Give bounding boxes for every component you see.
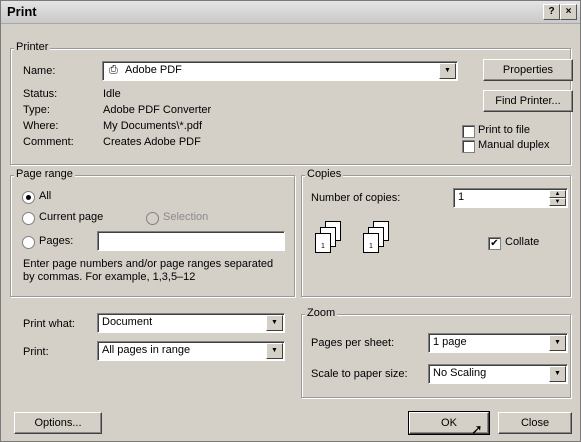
- print-range-value: All pages in range: [102, 344, 191, 356]
- print-what-label: Print what:: [23, 318, 75, 330]
- chevron-down-icon[interactable]: ▼: [549, 366, 566, 382]
- all-pages-label: All: [39, 190, 52, 202]
- page-range-hint: Enter page numbers and/or page ranges se…: [23, 258, 274, 283]
- title-bar: Print ? ×: [1, 1, 580, 24]
- chevron-down-icon[interactable]: ▼: [266, 315, 283, 331]
- chevron-down-icon[interactable]: ▼: [439, 63, 456, 79]
- collate-page-icon: 1: [315, 233, 331, 253]
- status-value: Idle: [103, 88, 121, 100]
- decrement-icon[interactable]: ▼: [549, 198, 566, 206]
- comment-label: Comment:: [23, 136, 74, 148]
- collate-label: Collate: [505, 236, 540, 248]
- manual-duplex-label: Manual duplex: [478, 139, 550, 151]
- print-range-select[interactable]: All pages in range ▼: [97, 341, 285, 361]
- current-page-label: Current page: [39, 211, 104, 223]
- copies-stepper[interactable]: 1 ▲ ▼: [453, 188, 568, 208]
- options-button[interactable]: Options...: [14, 412, 102, 434]
- dialog-title: Print: [7, 4, 37, 19]
- all-pages-radio[interactable]: [22, 191, 35, 204]
- scale-value: No Scaling: [433, 367, 487, 379]
- find-printer-button[interactable]: Find Printer...: [483, 90, 573, 112]
- pages-radio[interactable]: [22, 236, 35, 249]
- pages-input[interactable]: [97, 231, 285, 251]
- number-of-copies-label: Number of copies:: [311, 192, 401, 204]
- print-to-file-label: Print to file: [478, 124, 530, 136]
- chevron-down-icon[interactable]: ▼: [266, 343, 283, 359]
- collate-checkbox[interactable]: ✔: [488, 237, 501, 250]
- zoom-group: [301, 314, 571, 398]
- close-window-button[interactable]: ×: [560, 4, 577, 20]
- copies-legend: Copies: [305, 168, 344, 180]
- current-page-radio[interactable]: [22, 212, 35, 225]
- properties-button[interactable]: Properties: [483, 59, 573, 81]
- copies-value: 1: [458, 191, 465, 203]
- type-label: Type:: [23, 104, 50, 116]
- pages-per-sheet-label: Pages per sheet:: [311, 337, 395, 349]
- zoom-legend: Zoom: [305, 307, 338, 319]
- pages-label: Pages:: [39, 235, 74, 247]
- pages-per-sheet-value: 1 page: [433, 336, 467, 348]
- type-value: Adobe PDF Converter: [103, 104, 212, 116]
- chevron-down-icon[interactable]: ▼: [549, 335, 566, 351]
- print-to-file-checkbox[interactable]: [462, 125, 475, 138]
- print-what-select[interactable]: Document ▼: [97, 313, 285, 333]
- status-label: Status:: [23, 88, 58, 100]
- printer-name-value: Adobe PDF: [125, 64, 182, 76]
- printer-legend: Printer: [14, 41, 51, 53]
- page-range-legend: Page range: [14, 168, 75, 180]
- scale-select[interactable]: No Scaling ▼: [428, 364, 568, 384]
- print-label: Print:: [23, 346, 49, 358]
- comment-value: Creates Adobe PDF: [103, 136, 201, 148]
- print-dialog: Print ? × Printer Name: ⎙ Adobe PDF ▼ Pr…: [0, 0, 581, 442]
- increment-icon[interactable]: ▲: [549, 190, 566, 198]
- where-value: My Documents\*.pdf: [103, 120, 203, 132]
- close-button[interactable]: Close: [498, 412, 572, 434]
- collate-stack-a-icon: 3 2 1: [311, 221, 351, 261]
- collate-stack-b-icon: 3 2 1: [359, 221, 399, 261]
- selection-radio[interactable]: [146, 212, 159, 225]
- mouse-cursor-icon: ➚: [471, 421, 483, 437]
- help-button[interactable]: ?: [543, 4, 560, 20]
- printer-name-select[interactable]: ⎙ Adobe PDF ▼: [102, 61, 458, 81]
- name-label: Name:: [23, 65, 56, 77]
- where-label: Where:: [23, 120, 59, 132]
- printer-icon: ⎙: [109, 64, 118, 76]
- scale-label: Scale to paper size:: [311, 368, 408, 380]
- print-what-value: Document: [102, 316, 153, 328]
- selection-label: Selection: [163, 211, 209, 223]
- pages-per-sheet-select[interactable]: 1 page ▼: [428, 333, 568, 353]
- collate-page-icon: 1: [363, 233, 379, 253]
- manual-duplex-checkbox[interactable]: [462, 140, 475, 153]
